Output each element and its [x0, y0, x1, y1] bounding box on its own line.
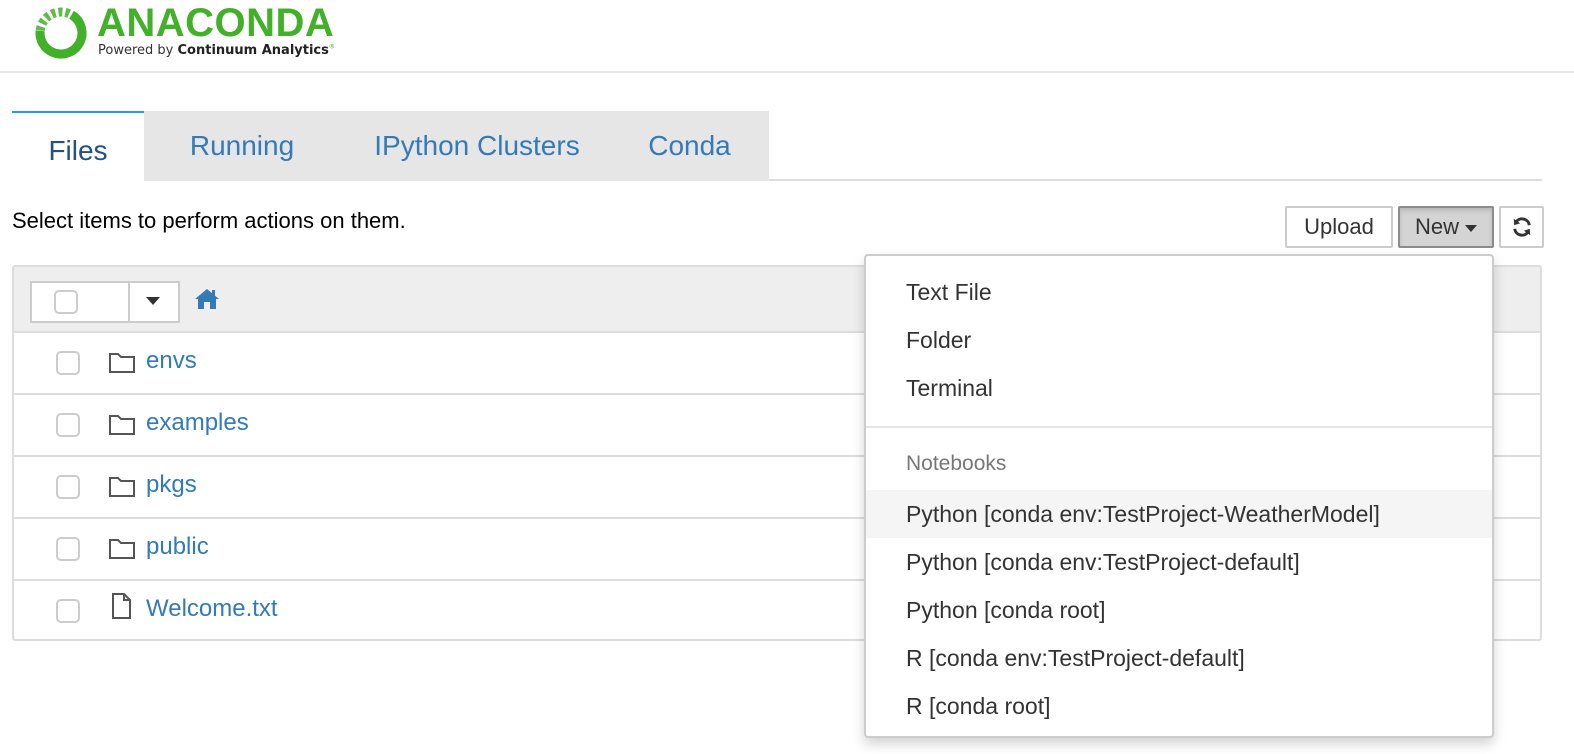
- menu-divider: [866, 426, 1492, 428]
- folder-icon: [109, 415, 135, 435]
- instructions-text: Select items to perform actions on them.: [12, 208, 406, 233]
- select-all-control[interactable]: [30, 281, 180, 323]
- tab-ipython-clusters[interactable]: IPython Clusters: [342, 111, 612, 181]
- tab-running[interactable]: Running: [162, 111, 322, 181]
- logo-subtitle-prefix: Powered by: [98, 43, 174, 58]
- item-name[interactable]: examples: [146, 409, 249, 437]
- tab-conda[interactable]: Conda: [632, 111, 747, 181]
- item-checkbox[interactable]: [56, 413, 80, 437]
- menu-item-notebook[interactable]: Python [conda env:TestProject-WeatherMod…: [866, 490, 1492, 538]
- menu-item-notebook[interactable]: Python [conda root]: [866, 586, 1492, 634]
- anaconda-ring-icon: [35, 7, 87, 59]
- select-menu-caret-icon[interactable]: [146, 297, 160, 305]
- file-icon: [112, 593, 131, 619]
- item-checkbox[interactable]: [56, 537, 80, 561]
- tab-bar: Files Running IPython Clusters Conda: [12, 111, 1542, 183]
- folder-icon: [109, 353, 135, 373]
- header: ANACONDA Powered by Continuum Analytics®: [0, 0, 1574, 73]
- logo-subtitle: Powered by Continuum Analytics®: [98, 43, 335, 58]
- registered-mark: ®: [328, 43, 335, 51]
- item-name[interactable]: envs: [146, 347, 197, 375]
- refresh-button[interactable]: [1499, 206, 1544, 248]
- refresh-icon: [1512, 217, 1531, 237]
- tab-files[interactable]: Files: [12, 111, 144, 183]
- caret-down-icon: [1465, 225, 1477, 232]
- item-name[interactable]: Welcome.txt: [146, 595, 278, 623]
- folder-icon: [109, 477, 135, 497]
- new-button-label: New: [1414, 214, 1459, 239]
- item-name[interactable]: pkgs: [146, 471, 197, 499]
- menu-item-folder[interactable]: Folder: [866, 316, 1492, 364]
- notebooks-header: Notebooks: [906, 452, 1007, 475]
- item-name[interactable]: public: [146, 533, 209, 561]
- logo-subtitle-brand: Continuum Analytics: [177, 43, 329, 58]
- item-checkbox[interactable]: [56, 599, 80, 623]
- logo-title: ANACONDA: [97, 1, 335, 45]
- item-checkbox[interactable]: [56, 351, 80, 375]
- menu-item-notebook[interactable]: R [conda env:TestProject-default]: [866, 634, 1492, 682]
- menu-item-text-file[interactable]: Text File: [866, 268, 1492, 316]
- menu-item-notebook[interactable]: Python [conda env:TestProject-default]: [866, 538, 1492, 586]
- anaconda-logo[interactable]: ANACONDA Powered by Continuum Analytics®: [33, 1, 353, 63]
- new-button[interactable]: New: [1398, 206, 1494, 248]
- folder-icon: [109, 539, 135, 559]
- upload-button[interactable]: Upload: [1285, 206, 1393, 248]
- new-dropdown-menu: Text File Folder Terminal Notebooks Pyth…: [864, 254, 1494, 738]
- menu-item-notebook[interactable]: R [conda root]: [866, 682, 1492, 730]
- menu-item-terminal[interactable]: Terminal: [866, 364, 1492, 412]
- select-all-checkbox[interactable]: [54, 290, 78, 314]
- item-checkbox[interactable]: [56, 475, 80, 499]
- home-icon[interactable]: [194, 287, 220, 311]
